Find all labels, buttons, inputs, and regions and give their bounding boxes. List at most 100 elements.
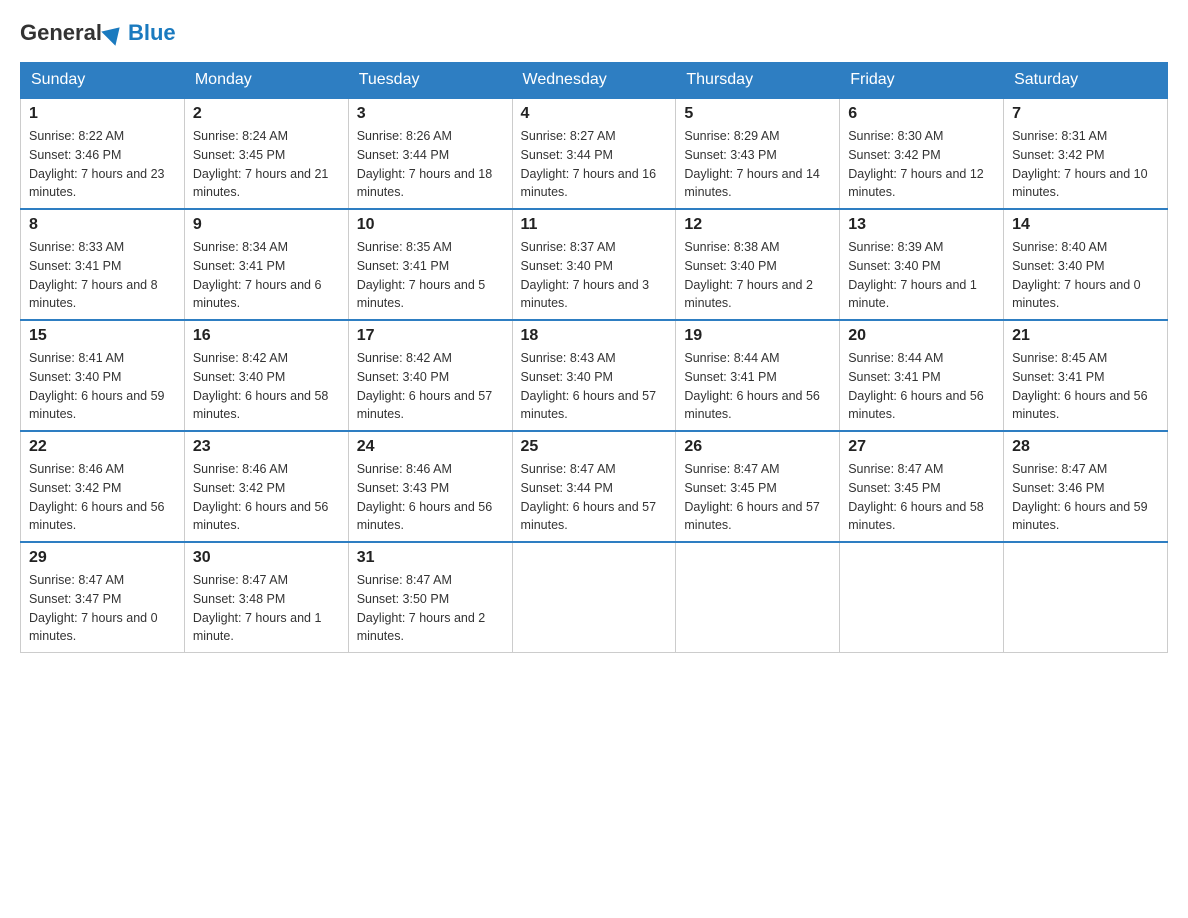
day-number: 31 [357,549,504,567]
day-number: 12 [684,216,831,234]
calendar-cell [676,542,840,653]
day-number: 8 [29,216,176,234]
day-info: Sunrise: 8:39 AMSunset: 3:40 PMDaylight:… [848,240,977,310]
calendar-cell: 30 Sunrise: 8:47 AMSunset: 3:48 PMDaylig… [184,542,348,653]
calendar-cell: 3 Sunrise: 8:26 AMSunset: 3:44 PMDayligh… [348,98,512,209]
day-info: Sunrise: 8:42 AMSunset: 3:40 PMDaylight:… [193,351,329,421]
calendar-table: SundayMondayTuesdayWednesdayThursdayFrid… [20,62,1168,653]
calendar-cell: 12 Sunrise: 8:38 AMSunset: 3:40 PMDaylig… [676,209,840,320]
calendar-cell: 22 Sunrise: 8:46 AMSunset: 3:42 PMDaylig… [21,431,185,542]
day-info: Sunrise: 8:47 AMSunset: 3:45 PMDaylight:… [684,462,820,532]
calendar-cell [512,542,676,653]
logo-triangle-icon [101,20,126,45]
day-number: 15 [29,327,176,345]
day-info: Sunrise: 8:46 AMSunset: 3:42 PMDaylight:… [29,462,165,532]
week-row-2: 8 Sunrise: 8:33 AMSunset: 3:41 PMDayligh… [21,209,1168,320]
calendar-cell: 25 Sunrise: 8:47 AMSunset: 3:44 PMDaylig… [512,431,676,542]
day-info: Sunrise: 8:26 AMSunset: 3:44 PMDaylight:… [357,129,493,199]
header-monday: Monday [184,63,348,99]
calendar-cell: 29 Sunrise: 8:47 AMSunset: 3:47 PMDaylig… [21,542,185,653]
day-number: 17 [357,327,504,345]
week-row-3: 15 Sunrise: 8:41 AMSunset: 3:40 PMDaylig… [21,320,1168,431]
calendar-cell: 17 Sunrise: 8:42 AMSunset: 3:40 PMDaylig… [348,320,512,431]
header-wednesday: Wednesday [512,63,676,99]
calendar-cell: 8 Sunrise: 8:33 AMSunset: 3:41 PMDayligh… [21,209,185,320]
header-friday: Friday [840,63,1004,99]
calendar-cell: 7 Sunrise: 8:31 AMSunset: 3:42 PMDayligh… [1004,98,1168,209]
day-number: 29 [29,549,176,567]
week-row-4: 22 Sunrise: 8:46 AMSunset: 3:42 PMDaylig… [21,431,1168,542]
day-info: Sunrise: 8:38 AMSunset: 3:40 PMDaylight:… [684,240,813,310]
day-info: Sunrise: 8:29 AMSunset: 3:43 PMDaylight:… [684,129,820,199]
day-info: Sunrise: 8:33 AMSunset: 3:41 PMDaylight:… [29,240,158,310]
calendar-cell [840,542,1004,653]
page-header: General Blue [20,20,1168,46]
day-info: Sunrise: 8:46 AMSunset: 3:42 PMDaylight:… [193,462,329,532]
day-number: 25 [521,438,668,456]
day-number: 19 [684,327,831,345]
day-info: Sunrise: 8:46 AMSunset: 3:43 PMDaylight:… [357,462,493,532]
day-info: Sunrise: 8:31 AMSunset: 3:42 PMDaylight:… [1012,129,1148,199]
day-info: Sunrise: 8:47 AMSunset: 3:48 PMDaylight:… [193,573,322,643]
day-info: Sunrise: 8:45 AMSunset: 3:41 PMDaylight:… [1012,351,1148,421]
day-info: Sunrise: 8:35 AMSunset: 3:41 PMDaylight:… [357,240,486,310]
calendar-cell: 2 Sunrise: 8:24 AMSunset: 3:45 PMDayligh… [184,98,348,209]
calendar-cell: 31 Sunrise: 8:47 AMSunset: 3:50 PMDaylig… [348,542,512,653]
day-number: 24 [357,438,504,456]
calendar-cell: 11 Sunrise: 8:37 AMSunset: 3:40 PMDaylig… [512,209,676,320]
day-number: 16 [193,327,340,345]
day-number: 18 [521,327,668,345]
day-info: Sunrise: 8:42 AMSunset: 3:40 PMDaylight:… [357,351,493,421]
day-number: 9 [193,216,340,234]
day-number: 2 [193,105,340,123]
calendar-cell: 26 Sunrise: 8:47 AMSunset: 3:45 PMDaylig… [676,431,840,542]
calendar-cell: 13 Sunrise: 8:39 AMSunset: 3:40 PMDaylig… [840,209,1004,320]
day-info: Sunrise: 8:37 AMSunset: 3:40 PMDaylight:… [521,240,650,310]
day-number: 10 [357,216,504,234]
day-number: 22 [29,438,176,456]
day-number: 3 [357,105,504,123]
header-thursday: Thursday [676,63,840,99]
calendar-cell: 9 Sunrise: 8:34 AMSunset: 3:41 PMDayligh… [184,209,348,320]
calendar-cell: 1 Sunrise: 8:22 AMSunset: 3:46 PMDayligh… [21,98,185,209]
calendar-cell: 20 Sunrise: 8:44 AMSunset: 3:41 PMDaylig… [840,320,1004,431]
day-info: Sunrise: 8:40 AMSunset: 3:40 PMDaylight:… [1012,240,1141,310]
calendar-cell: 18 Sunrise: 8:43 AMSunset: 3:40 PMDaylig… [512,320,676,431]
calendar-cell: 10 Sunrise: 8:35 AMSunset: 3:41 PMDaylig… [348,209,512,320]
day-number: 6 [848,105,995,123]
day-info: Sunrise: 8:44 AMSunset: 3:41 PMDaylight:… [848,351,984,421]
day-number: 13 [848,216,995,234]
day-number: 5 [684,105,831,123]
day-number: 21 [1012,327,1159,345]
day-info: Sunrise: 8:34 AMSunset: 3:41 PMDaylight:… [193,240,322,310]
week-row-1: 1 Sunrise: 8:22 AMSunset: 3:46 PMDayligh… [21,98,1168,209]
day-number: 27 [848,438,995,456]
logo: General Blue [20,20,176,46]
calendar-cell: 19 Sunrise: 8:44 AMSunset: 3:41 PMDaylig… [676,320,840,431]
calendar-cell: 6 Sunrise: 8:30 AMSunset: 3:42 PMDayligh… [840,98,1004,209]
day-info: Sunrise: 8:43 AMSunset: 3:40 PMDaylight:… [521,351,657,421]
day-info: Sunrise: 8:30 AMSunset: 3:42 PMDaylight:… [848,129,984,199]
day-info: Sunrise: 8:24 AMSunset: 3:45 PMDaylight:… [193,129,329,199]
calendar-cell: 21 Sunrise: 8:45 AMSunset: 3:41 PMDaylig… [1004,320,1168,431]
day-info: Sunrise: 8:22 AMSunset: 3:46 PMDaylight:… [29,129,165,199]
day-number: 28 [1012,438,1159,456]
day-number: 23 [193,438,340,456]
calendar-cell [1004,542,1168,653]
header-sunday: Sunday [21,63,185,99]
header-saturday: Saturday [1004,63,1168,99]
day-info: Sunrise: 8:47 AMSunset: 3:50 PMDaylight:… [357,573,486,643]
week-row-5: 29 Sunrise: 8:47 AMSunset: 3:47 PMDaylig… [21,542,1168,653]
calendar-cell: 14 Sunrise: 8:40 AMSunset: 3:40 PMDaylig… [1004,209,1168,320]
day-info: Sunrise: 8:27 AMSunset: 3:44 PMDaylight:… [521,129,657,199]
day-number: 26 [684,438,831,456]
calendar-cell: 28 Sunrise: 8:47 AMSunset: 3:46 PMDaylig… [1004,431,1168,542]
day-number: 1 [29,105,176,123]
day-number: 7 [1012,105,1159,123]
calendar-cell: 23 Sunrise: 8:46 AMSunset: 3:42 PMDaylig… [184,431,348,542]
day-info: Sunrise: 8:47 AMSunset: 3:46 PMDaylight:… [1012,462,1148,532]
calendar-cell: 5 Sunrise: 8:29 AMSunset: 3:43 PMDayligh… [676,98,840,209]
day-info: Sunrise: 8:44 AMSunset: 3:41 PMDaylight:… [684,351,820,421]
day-info: Sunrise: 8:47 AMSunset: 3:45 PMDaylight:… [848,462,984,532]
calendar-cell: 4 Sunrise: 8:27 AMSunset: 3:44 PMDayligh… [512,98,676,209]
